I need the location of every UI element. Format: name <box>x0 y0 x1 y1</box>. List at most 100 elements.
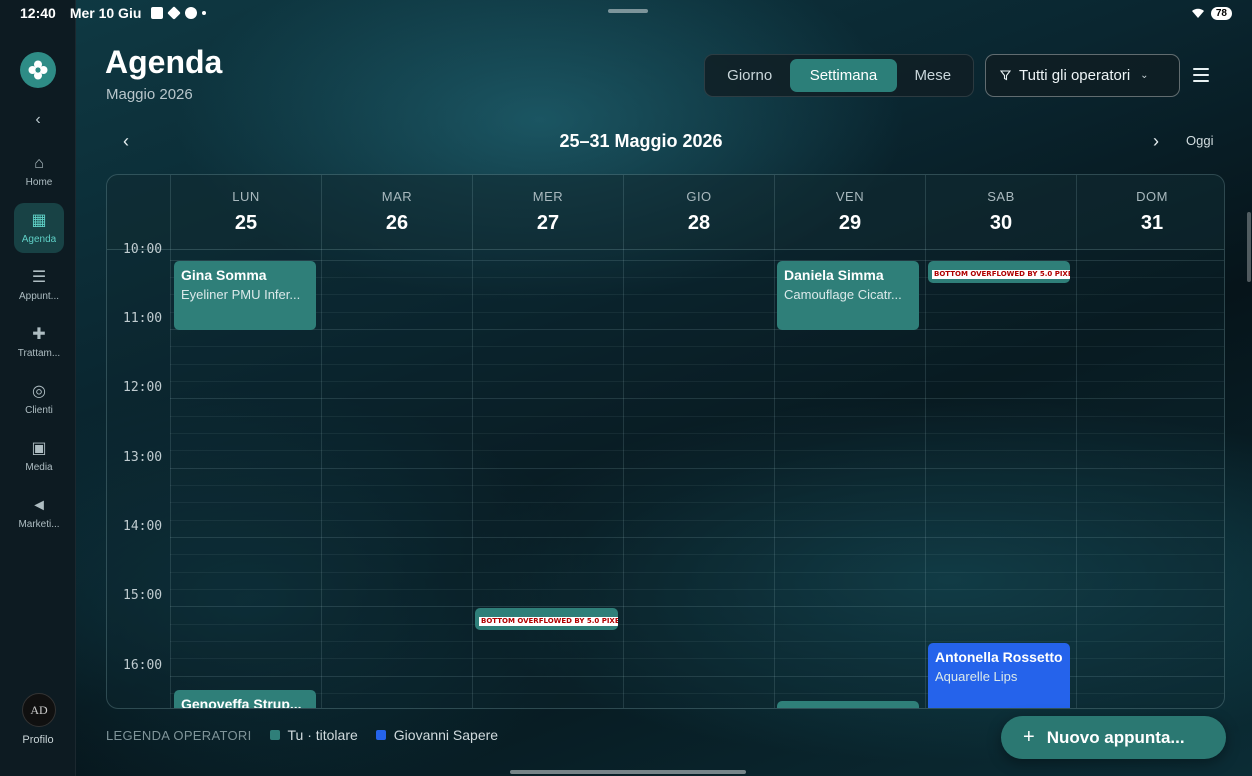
sidebar-item-trattamenti[interactable]: ✚ Trattam... <box>14 317 64 367</box>
app-logo-icon[interactable] <box>20 52 56 88</box>
grid-line <box>170 468 1224 469</box>
legend-label: Giovanni Sapere <box>393 727 499 743</box>
operator-filter-label: Tutti gli operatori <box>1019 67 1131 84</box>
day-number: 31 <box>1140 212 1164 234</box>
day-header-sun[interactable]: DOM 31 <box>1076 175 1224 250</box>
appointment-card[interactable]: BOTTOM OVERFLOWED BY 5.0 PIXELS <box>475 608 618 630</box>
gallery-icon: ▣ <box>31 439 47 457</box>
calendar-header: LUN 25 MAR 26 MER 27 GIO 28 VEN 29 SAB 3… <box>107 175 1224 250</box>
grid-line <box>170 641 1224 642</box>
appointment-client: Genoveffa Strup... <box>181 696 302 709</box>
legend-label: Tu · titolare <box>287 727 358 743</box>
grid-line <box>170 364 1224 365</box>
grid-line <box>170 572 1224 573</box>
grid-line <box>170 416 1224 417</box>
day-number: 26 <box>385 212 409 234</box>
time-label: 15:00 <box>123 588 163 603</box>
sidebar: ‹ ⌂ Home ▦ Agenda ☰ Appunt... ✚ Trattam.… <box>0 0 76 776</box>
menu-icon[interactable] <box>1191 66 1211 84</box>
appointment-client: Daniela Simma <box>784 267 884 283</box>
day-header-fri[interactable]: VEN 29 <box>774 175 925 250</box>
day-number: 29 <box>838 212 862 234</box>
sidebar-item-media[interactable]: ▣ Media <box>14 431 64 481</box>
next-week-button[interactable]: › <box>1146 130 1166 152</box>
sidebar-item-marketing[interactable]: ◄ Marketi... <box>14 488 64 538</box>
sidebar-item-label: Home <box>25 176 53 188</box>
sidebar-item-label: Clienti <box>25 404 53 416</box>
view-day-button[interactable]: Giorno <box>709 59 790 92</box>
sidebar-item-label: Trattam... <box>17 347 61 359</box>
legend-item: Giovanni Sapere <box>375 727 499 743</box>
operator-filter-dropdown[interactable]: Tutti gli operatori ⌄ <box>985 54 1180 97</box>
calendar-icon: ▦ <box>31 211 47 229</box>
appointment-card[interactable] <box>777 701 919 708</box>
wifi-icon <box>1191 8 1204 18</box>
collapse-sidebar-icon[interactable]: ‹ <box>28 110 48 130</box>
grid-line <box>170 502 1224 503</box>
legend-title: LEGENDA OPERATORI <box>106 727 252 743</box>
day-header-thu[interactable]: GIO 28 <box>623 175 774 250</box>
grid-line <box>170 433 1224 434</box>
day-name: SAB <box>987 189 1015 204</box>
new-appointment-button[interactable]: + Nuovo appunta... <box>1001 716 1226 759</box>
grid-line <box>170 398 1224 399</box>
flower-logo-icon <box>28 60 48 80</box>
day-number: 28 <box>687 212 711 234</box>
sidebar-item-home[interactable]: ⌂ Home <box>14 146 64 196</box>
day-header-wed[interactable]: MER 27 <box>472 175 623 250</box>
notification-icon <box>151 7 164 19</box>
home-indicator[interactable] <box>510 770 746 774</box>
day-name: VEN <box>835 189 865 204</box>
view-month-button[interactable]: Mese <box>897 59 969 92</box>
status-date: Mer 10 Giu <box>69 5 142 21</box>
appointment-card[interactable]: Genoveffa Strup... <box>174 690 316 709</box>
day-header-mon[interactable]: LUN 25 <box>170 175 321 250</box>
day-name: GIO <box>686 189 712 204</box>
day-name: DOM <box>1136 189 1168 204</box>
day-number: 30 <box>989 212 1013 234</box>
legend-item: Tu · titolare <box>269 727 358 743</box>
grid-line <box>170 294 1224 295</box>
filter-icon <box>1000 70 1011 81</box>
appointment-card[interactable]: Antonella Rossetto Aquarelle Lips <box>928 643 1070 708</box>
overflow-warning: BOTTOM OVERFLOWED BY 5.0 PIXELS <box>932 270 1070 279</box>
appointment-card[interactable]: Gina Somma Eyeliner PMU Infer... <box>174 261 316 330</box>
grid-line <box>170 485 1224 486</box>
legend-swatch <box>375 730 386 740</box>
calendar-grid[interactable]: 10:00 11:00 12:00 13:00 14:00 15:00 16:0… <box>107 242 1224 709</box>
appointment-treatment: Aquarelle Lips <box>935 669 1018 684</box>
sidebar-item-label: Agenda <box>21 233 57 245</box>
day-number: 27 <box>536 212 560 234</box>
week-calendar: LUN 25 MAR 26 MER 27 GIO 28 VEN 29 SAB 3… <box>106 174 1225 709</box>
today-button[interactable]: Oggi <box>1186 133 1213 148</box>
appointment-treatment: Eyeliner PMU Infer... <box>181 287 301 302</box>
avatar[interactable]: AD <box>22 693 56 727</box>
sidebar-item-clienti[interactable]: ◎ Clienti <box>14 374 64 424</box>
new-appointment-label: Nuovo appunta... <box>1046 727 1185 747</box>
view-week-button[interactable]: Settimana <box>790 59 897 92</box>
grid-line <box>170 624 1224 625</box>
day-header-sat[interactable]: SAB 30 <box>925 175 1076 250</box>
view-switcher: Giorno Settimana Mese <box>704 54 974 97</box>
profile-label[interactable]: Profilo <box>0 734 76 746</box>
home-icon: ⌂ <box>34 154 44 172</box>
sidebar-item-appuntamenti[interactable]: ☰ Appunt... <box>14 260 64 310</box>
notification-icon <box>167 6 182 20</box>
sidebar-item-label: Marketi... <box>18 518 60 530</box>
grid-line <box>170 537 1224 538</box>
sidebar-item-agenda[interactable]: ▦ Agenda <box>14 203 64 253</box>
appointment-card[interactable]: BOTTOM OVERFLOWED BY 5.0 PIXELS <box>928 261 1070 283</box>
grid-line <box>170 312 1224 313</box>
status-time: 12:40 <box>20 5 56 21</box>
edge-handle[interactable] <box>1247 212 1251 282</box>
grid-line <box>170 606 1224 607</box>
sidebar-item-label: Appunt... <box>18 290 60 302</box>
day-header-tue[interactable]: MAR 26 <box>321 175 472 250</box>
grid-line <box>170 381 1224 382</box>
grid-line <box>170 520 1224 521</box>
bandage-icon: ✚ <box>32 325 46 343</box>
appointment-card[interactable]: Daniela Simma Camouflage Cicatr... <box>777 261 919 330</box>
page-subtitle: Maggio 2026 <box>106 86 193 103</box>
battery-icon: 78 <box>1210 6 1232 20</box>
day-name: LUN <box>232 189 260 204</box>
